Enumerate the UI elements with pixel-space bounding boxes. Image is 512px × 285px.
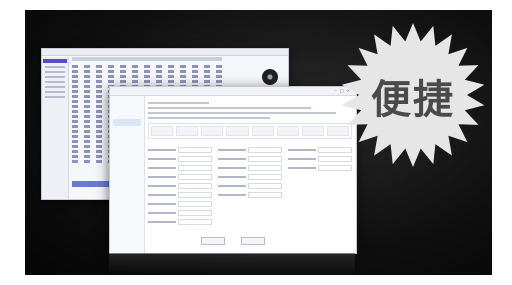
- folder-tree: [42, 57, 69, 199]
- setting-input[interactable]: [178, 192, 212, 198]
- nav-item[interactable]: [113, 179, 141, 186]
- nav-item[interactable]: [113, 199, 141, 206]
- nav-item[interactable]: [113, 149, 141, 156]
- nav-item[interactable]: [113, 189, 141, 196]
- ok-button[interactable]: [201, 237, 226, 245]
- setting-input[interactable]: [178, 147, 212, 153]
- nav-item[interactable]: [113, 169, 141, 176]
- setting-input[interactable]: [248, 174, 282, 180]
- option-table: [148, 123, 352, 139]
- setting-input[interactable]: [248, 183, 282, 189]
- settings-dialog: –□×: [109, 86, 357, 254]
- nav-item[interactable]: [113, 159, 141, 166]
- setting-input[interactable]: [178, 156, 212, 162]
- setting-input[interactable]: [178, 210, 212, 216]
- tree-item-selected[interactable]: [43, 59, 67, 63]
- badge-label: 便捷: [371, 77, 455, 123]
- cancel-button[interactable]: [240, 237, 265, 245]
- settings-form: [148, 144, 352, 228]
- setting-input[interactable]: [248, 147, 282, 153]
- dialog-title-bar: –□×: [110, 87, 356, 96]
- window-reflection: [109, 253, 355, 275]
- nav-item[interactable]: [113, 129, 141, 136]
- setting-input[interactable]: [248, 165, 282, 171]
- disc-icon: [262, 69, 278, 85]
- setting-input[interactable]: [178, 219, 212, 225]
- file-list-header: [72, 57, 222, 61]
- nav-item[interactable]: [113, 139, 141, 146]
- nav-item[interactable]: [113, 109, 141, 116]
- setting-input[interactable]: [178, 201, 212, 207]
- dialog-footer: [110, 230, 356, 249]
- setting-input[interactable]: [248, 192, 282, 198]
- setting-input[interactable]: [178, 174, 212, 180]
- settings-content: [148, 99, 352, 235]
- setting-input[interactable]: [178, 165, 212, 171]
- window-title-bar: [42, 49, 288, 56]
- nav-item[interactable]: [113, 99, 141, 106]
- setting-input[interactable]: [248, 156, 282, 162]
- setting-input[interactable]: [178, 183, 212, 189]
- nav-item[interactable]: [113, 119, 141, 126]
